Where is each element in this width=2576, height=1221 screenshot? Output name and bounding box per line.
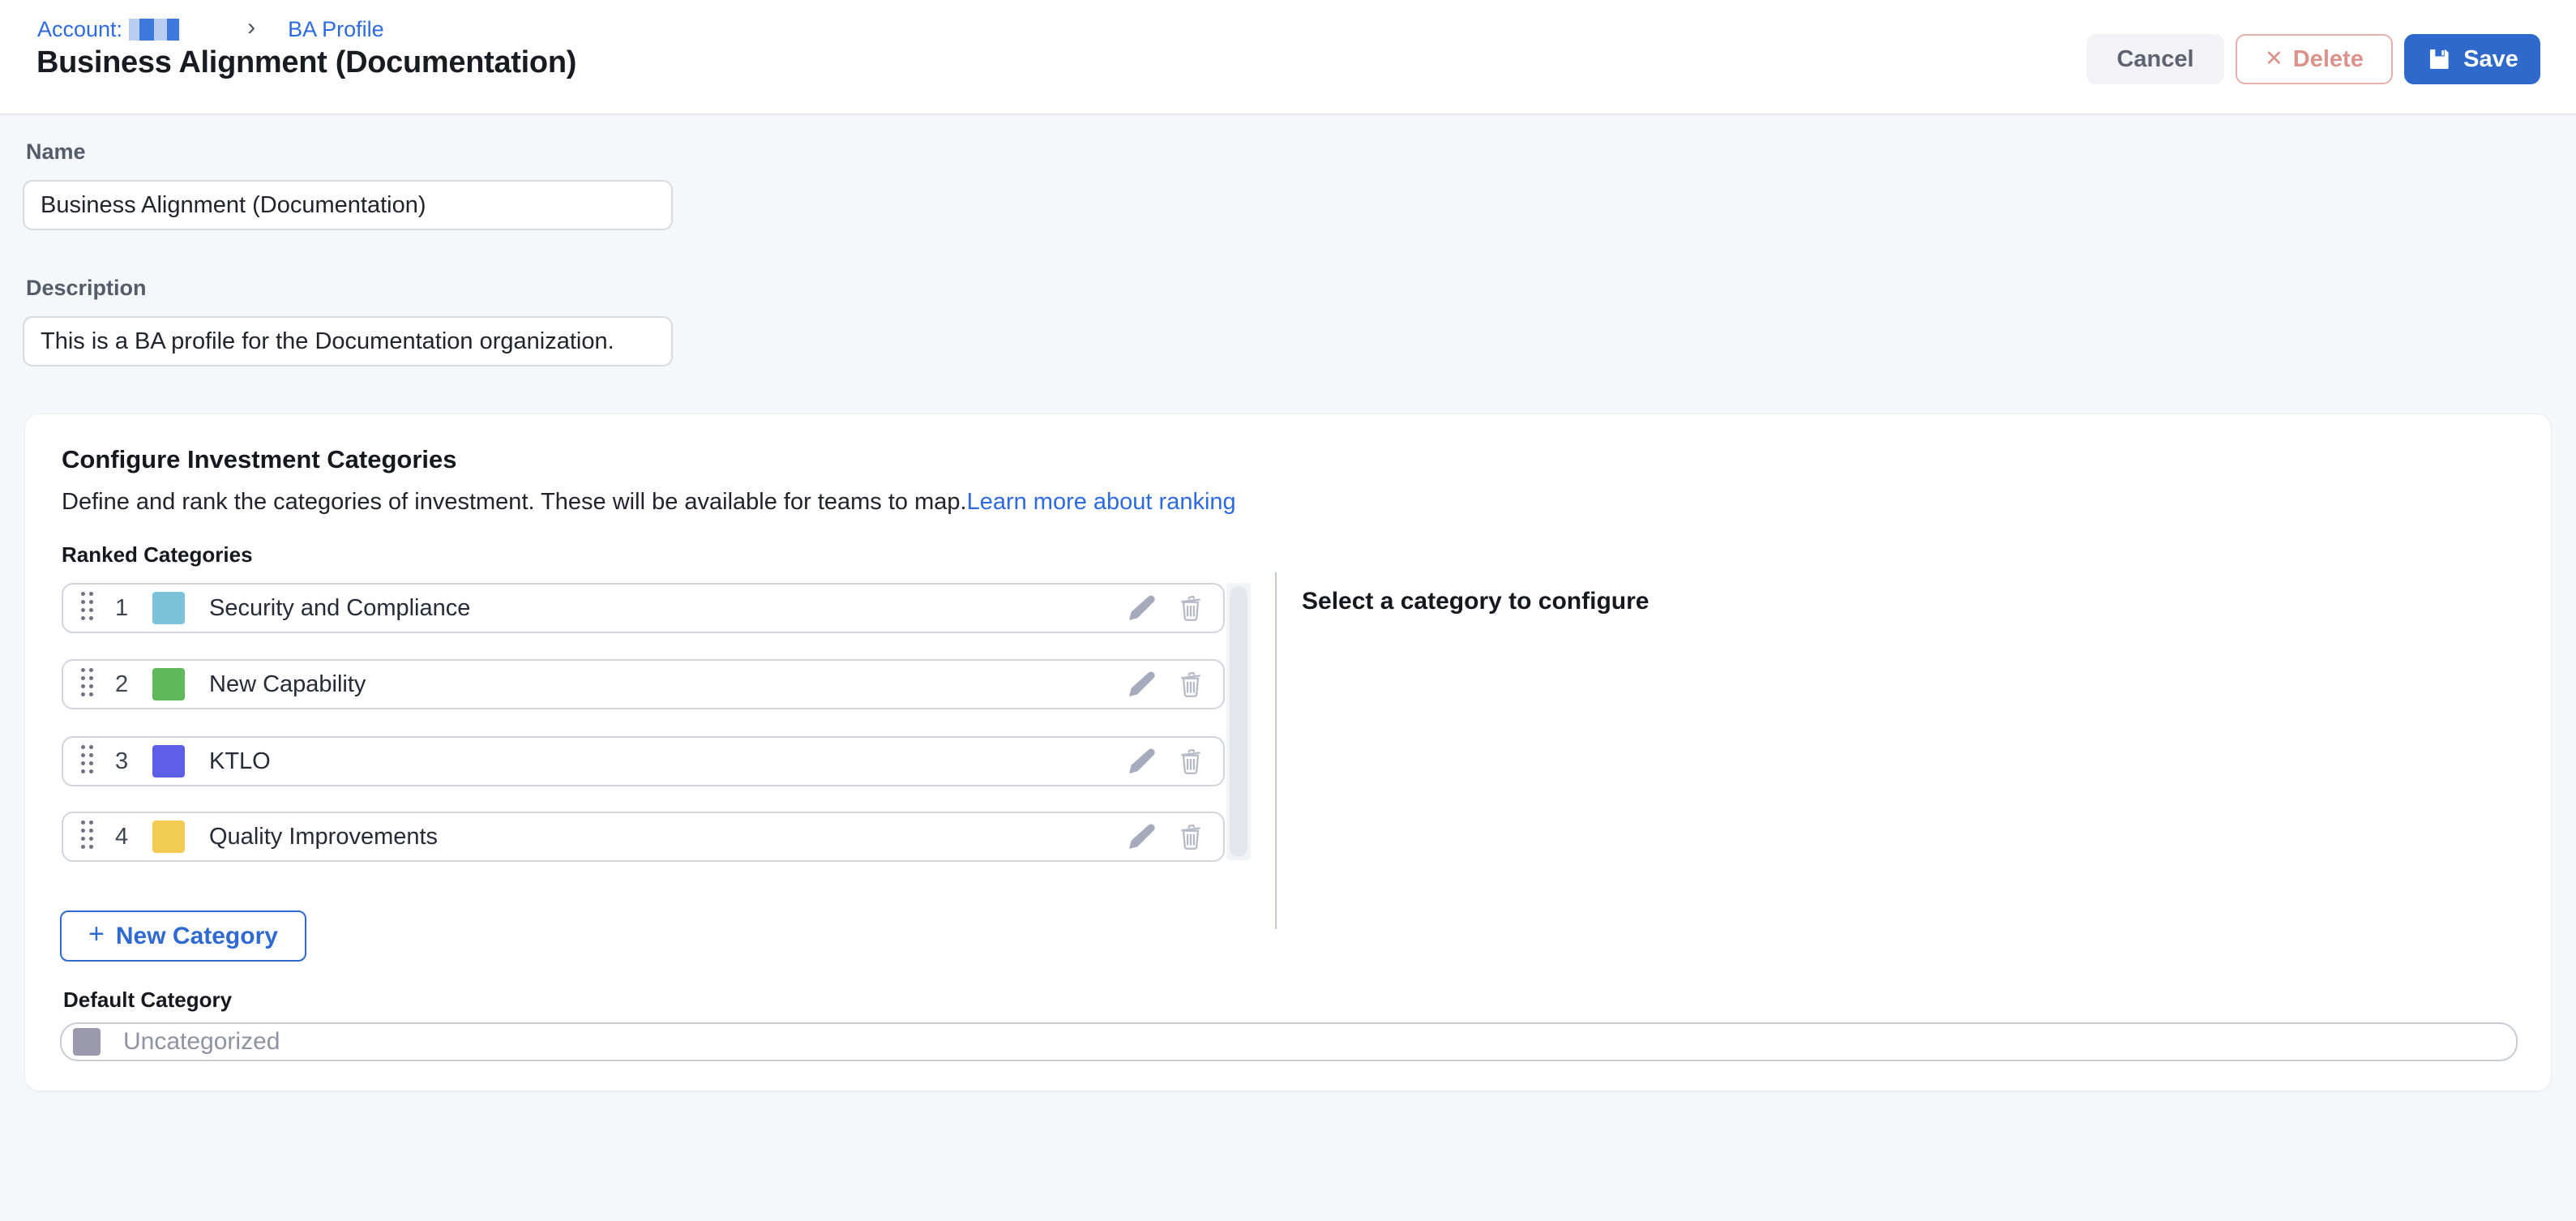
category-row-new-capability[interactable]: 2 New Capability [62, 659, 1225, 709]
pencil-icon [1126, 593, 1157, 623]
chevron-right-icon: › [247, 15, 255, 41]
trash-icon [1176, 669, 1205, 700]
delete-category-button[interactable] [1176, 746, 1205, 777]
name-label: Name [26, 139, 86, 165]
description-input[interactable] [23, 316, 673, 366]
delete-category-button[interactable] [1176, 593, 1205, 623]
category-color-swatch [152, 668, 185, 700]
category-color-swatch [152, 592, 185, 624]
new-category-button-label: New Category [116, 923, 278, 950]
card-heading: Configure Investment Categories [62, 445, 456, 474]
learn-more-link[interactable]: Learn more about ranking [967, 489, 1236, 515]
category-color-swatch [152, 820, 185, 853]
header-actions: Cancel ✕ Delete Save [2086, 34, 2540, 84]
drag-handle-icon[interactable] [81, 668, 97, 700]
delete-button[interactable]: ✕ Delete [2236, 34, 2393, 84]
drag-handle-icon[interactable] [81, 745, 97, 778]
delete-category-button[interactable] [1176, 821, 1205, 852]
description-label: Description [26, 276, 147, 301]
card-subtitle-text: Define and rank the categories of invest… [62, 489, 967, 515]
drag-handle-icon[interactable] [81, 820, 97, 853]
category-rank: 4 [115, 824, 152, 850]
panel-divider [1275, 572, 1277, 929]
category-label: KTLO [209, 748, 271, 775]
trash-icon [1176, 821, 1205, 852]
default-category-color-swatch [73, 1028, 101, 1056]
default-category-label: Default Category [63, 988, 232, 1013]
breadcrumb-account-link[interactable]: Account: [37, 16, 122, 42]
pencil-icon [1126, 746, 1157, 777]
scrollbar-thumb[interactable] [1230, 586, 1247, 857]
category-row-security-and-compliance[interactable]: 1 Security and Compliance [62, 583, 1225, 633]
page-title: Business Alignment (Documentation) [36, 45, 576, 80]
edit-category-button[interactable] [1126, 669, 1157, 700]
drag-handle-icon[interactable] [81, 592, 97, 624]
category-label: Quality Improvements [209, 824, 438, 850]
category-label: New Capability [209, 671, 366, 698]
plus-icon: + [88, 919, 105, 950]
configure-categories-card: Configure Investment Categories Define a… [24, 413, 2552, 1091]
breadcrumb-ba-profile-link[interactable]: BA Profile [288, 16, 384, 42]
ranked-categories-label: Ranked Categories [62, 542, 253, 568]
close-icon: ✕ [2265, 46, 2283, 71]
delete-category-button[interactable] [1176, 669, 1205, 700]
card-subtitle: Define and rank the categories of invest… [62, 489, 1236, 516]
category-rank: 1 [115, 595, 152, 622]
edit-category-button[interactable] [1126, 593, 1157, 623]
page-header: Account: › BA Profile Business Alignment… [0, 0, 2576, 115]
category-list-scrollbar[interactable] [1226, 583, 1251, 860]
default-category-row[interactable]: Uncategorized [60, 1022, 2518, 1061]
pencil-icon [1126, 821, 1157, 852]
new-category-button[interactable]: + New Category [60, 910, 306, 962]
category-rank: 2 [115, 671, 152, 698]
category-label: Security and Compliance [209, 595, 470, 622]
pencil-icon [1126, 669, 1157, 700]
category-row-quality-improvements[interactable]: 4 Quality Improvements [62, 812, 1225, 862]
edit-category-button[interactable] [1126, 746, 1157, 777]
category-color-swatch [152, 745, 185, 778]
default-category-name: Uncategorized [123, 1028, 280, 1056]
delete-button-label: Delete [2293, 46, 2364, 73]
save-button[interactable]: Save [2404, 34, 2540, 84]
redacted-account-name [129, 19, 179, 41]
trash-icon [1176, 593, 1205, 623]
category-detail-empty-state: Select a category to configure [1302, 588, 1649, 615]
edit-category-button[interactable] [1126, 821, 1157, 852]
cancel-button[interactable]: Cancel [2086, 34, 2224, 84]
category-row-ktlo[interactable]: 3 KTLO [62, 736, 1225, 786]
save-button-label: Save [2463, 46, 2518, 73]
category-rank: 3 [115, 748, 152, 775]
breadcrumb: Account: › BA Profile [37, 16, 384, 42]
save-icon [2426, 45, 2454, 73]
trash-icon [1176, 746, 1205, 777]
name-input[interactable] [23, 180, 673, 230]
